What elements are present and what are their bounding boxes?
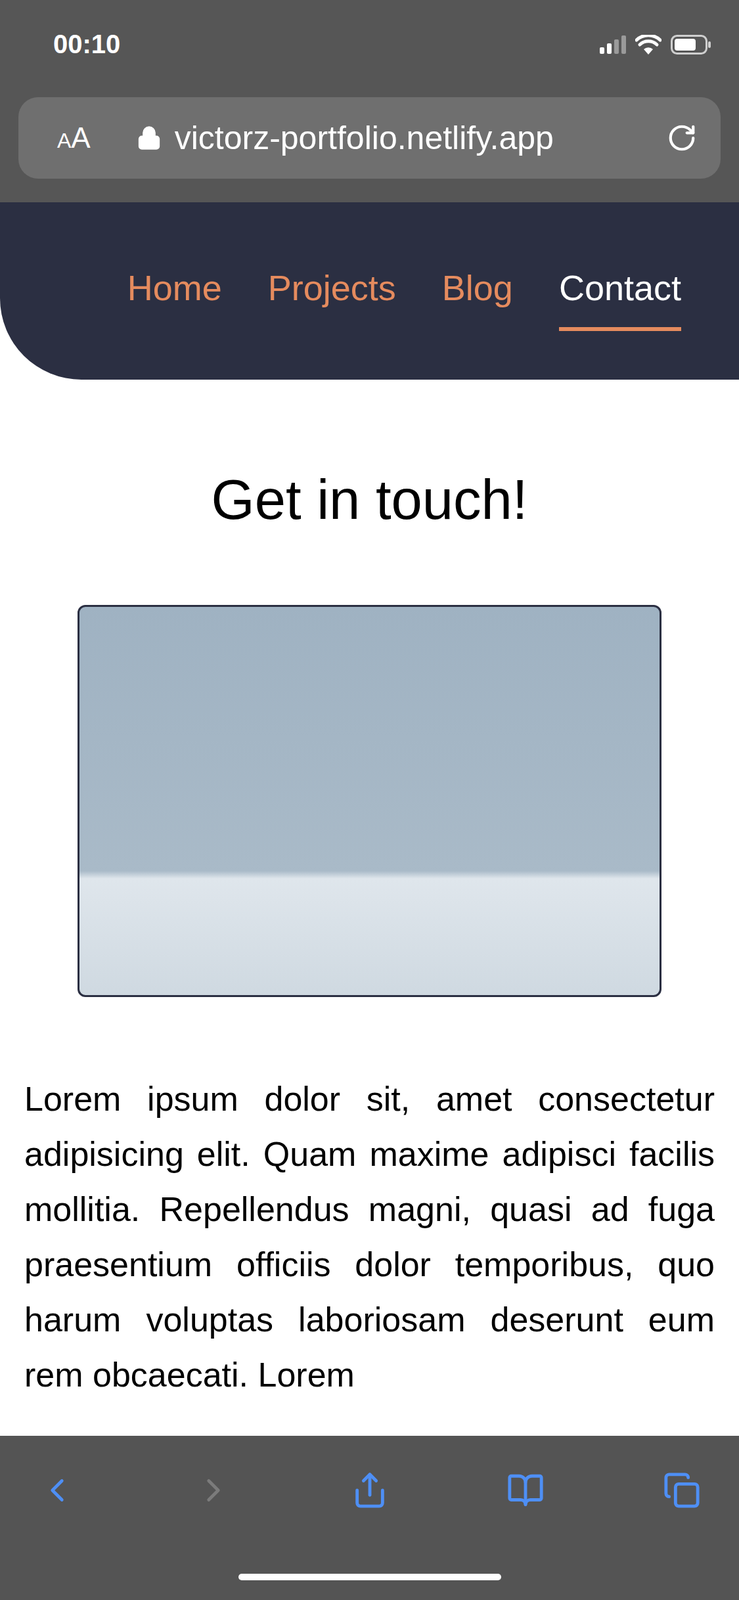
battery-icon [670,34,712,55]
forward-icon [194,1471,233,1510]
nav-link[interactable]: Contact [559,266,682,332]
home-indicator [238,1573,502,1581]
bookmarks-icon [506,1471,545,1510]
share-icon [350,1471,389,1510]
site-nav: Home Projects Blog Contact [0,202,739,380]
back-button[interactable] [36,1469,79,1512]
address-bar[interactable]: AA victorz-portfolio.netlify.app [18,97,721,179]
tabs-button[interactable] [660,1469,703,1512]
back-icon [38,1471,77,1510]
contact-photo [77,604,662,998]
page-content: Home Projects Blog Contact Get in touch! Lore… [0,202,739,1436]
share-button[interactable] [348,1469,391,1512]
status-time: 00:10 [53,29,121,60]
status-bar: 00:10 [0,0,739,89]
reload-icon[interactable] [666,122,697,154]
page-heading: Get in touch! [211,467,529,533]
phone-screen: 00:10 AA victorz-portfolio.netlify.app Home… [0,0,739,1600]
signal-icon [599,35,627,54]
toolbar-row [0,1435,739,1546]
nav-link[interactable]: Blog [442,266,514,332]
browser-toolbar [0,1435,739,1600]
forward-button[interactable] [192,1469,235,1512]
nav-link[interactable]: Projects [268,266,397,332]
text-size-button[interactable]: AA [57,121,91,155]
bookmarks-button[interactable] [504,1469,547,1512]
wifi-icon [635,34,662,55]
nav-link[interactable]: Home [127,266,223,332]
url-text: victorz-portfolio.netlify.app [174,118,654,157]
tabs-icon [662,1471,701,1510]
intro-paragraph: Lorem ipsum dolor sit, amet consectetur … [0,1071,739,1403]
lock-icon [136,125,162,151]
status-icons [599,34,712,55]
browser-chrome: 00:10 AA victorz-portfolio.netlify.app [0,0,739,203]
